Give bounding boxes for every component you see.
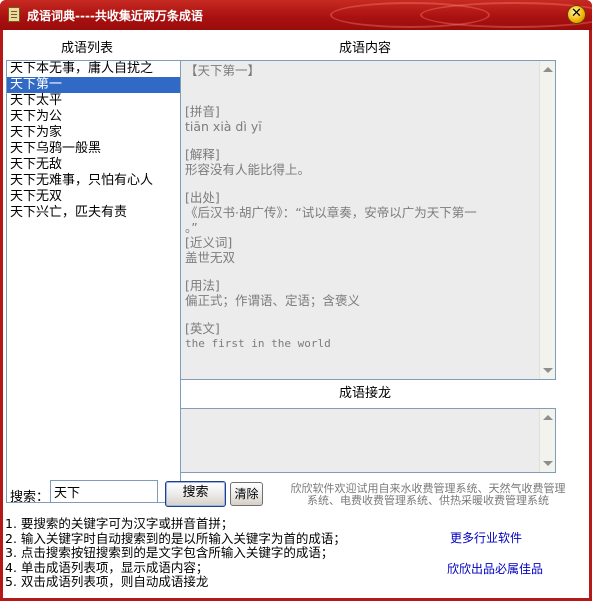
idiom-chain-box[interactable]	[180, 408, 556, 473]
explain-value: 形容没有人能比得上。	[185, 162, 311, 177]
instruction-item: 3. 点击搜索按钮搜索到的是文字包含所输入关键字的成语；	[5, 545, 334, 560]
scroll-down-icon[interactable]	[543, 461, 553, 466]
source-value-cont: 。”	[185, 220, 198, 235]
content-scrollbar[interactable]	[539, 61, 555, 379]
scroll-up-icon[interactable]	[543, 415, 553, 420]
source-value: 《后汉书·胡广传》：“试以章奏，安帝以广为天下第一	[185, 205, 477, 220]
instruction-item: 5. 双击成语列表项，则自动成语接龙	[5, 574, 209, 589]
instruction-item: 1. 要搜索的关键字可为汉字或拼音首拼；	[5, 516, 234, 531]
idiom-content-text: 【天下第一】 [拼音] tiān xià dì yī [解释] 形容没有人能比得…	[185, 63, 535, 351]
list-item[interactable]: 天下无敌	[7, 157, 180, 173]
promo-line: 系统、电费收费管理系统、供热采暖收费管理系统	[307, 494, 549, 507]
list-item[interactable]: 天下为公	[7, 109, 180, 125]
more-software-link[interactable]: 更多行业软件	[450, 529, 522, 546]
pinyin-value: tiān xià dì yī	[185, 119, 262, 134]
list-item[interactable]: 天下无难事，只怕有心人	[7, 173, 180, 189]
book-icon	[8, 7, 20, 22]
scroll-down-icon[interactable]	[543, 368, 553, 373]
title-bar[interactable]: 成语词典----共收集近两万条成语 ✕	[0, 0, 592, 30]
source-label: [出处]	[185, 190, 220, 205]
content-label: 成语内容	[339, 41, 392, 56]
pinyin-label: [拼音]	[185, 104, 220, 119]
search-input[interactable]	[50, 480, 158, 503]
synonym-value: 盖世无双	[185, 250, 236, 265]
list-item[interactable]: 天下太平	[7, 93, 180, 109]
promo-text: 欣欣软件欢迎试用自来水收费管理系统、天然气收费管理 系统、电费收费管理系统、供热…	[273, 483, 583, 507]
english-label: [英文]	[185, 321, 220, 336]
chain-scrollbar[interactable]	[539, 409, 555, 472]
synonym-label: [近义词]	[185, 235, 233, 250]
content-heading: 【天下第一】	[185, 63, 261, 78]
idiom-content-box[interactable]: 【天下第一】 [拼音] tiān xià dì yī [解释] 形容没有人能比得…	[180, 60, 556, 380]
list-item[interactable]: 天下无双	[7, 189, 180, 205]
instructions: 1. 要搜索的关键字可为汉字或拼音首拼； 2. 输入关键字时自动搜索到的是以所输…	[5, 516, 346, 590]
explain-label: [解释]	[185, 147, 220, 162]
usage-label: [用法]	[185, 278, 220, 293]
clear-button[interactable]: 清除	[230, 482, 263, 506]
list-item[interactable]: 天下第一	[7, 77, 180, 93]
close-button[interactable]: ✕	[567, 5, 586, 24]
english-value: the first in the world	[185, 337, 331, 350]
usage-value: 偏正式；作谓语、定语；含褒义	[185, 293, 361, 308]
list-item[interactable]: 天下兴亡，匹夫有责	[7, 205, 180, 221]
client-area: 成语列表 成语内容 天下本无事，庸人自扰之 天下第一 天下太平 天下为公 天下为家 天下乌…	[3, 30, 589, 598]
list-item[interactable]: 天下乌鸦一般黑	[7, 141, 180, 157]
chain-label: 成语接龙	[339, 386, 392, 401]
scroll-up-icon[interactable]	[543, 67, 553, 72]
slogan-link[interactable]: 欣欣出品必属佳品	[447, 560, 543, 577]
instruction-item: 2. 输入关键字时自动搜索到的是以所输入关键字为首的成语；	[5, 530, 346, 546]
instruction-item: 4. 单击成语列表项，显示成语内容；	[5, 559, 209, 575]
search-label: 搜索：	[10, 490, 50, 505]
idiom-list[interactable]: 天下本无事，庸人自扰之 天下第一 天下太平 天下为公 天下为家 天下乌鸦一般黑 天下无敌 天下…	[6, 60, 181, 503]
list-item[interactable]: 天下本无事，庸人自扰之	[7, 61, 180, 77]
app-window: 成语词典----共收集近两万条成语 ✕ 成语列表 成语内容 天下本无事，庸人自扰…	[0, 0, 592, 601]
list-label: 成语列表	[61, 41, 114, 56]
search-button[interactable]: 搜索	[165, 481, 226, 507]
window-title: 成语词典----共收集近两万条成语	[27, 9, 203, 23]
list-item[interactable]: 天下为家	[7, 125, 180, 141]
